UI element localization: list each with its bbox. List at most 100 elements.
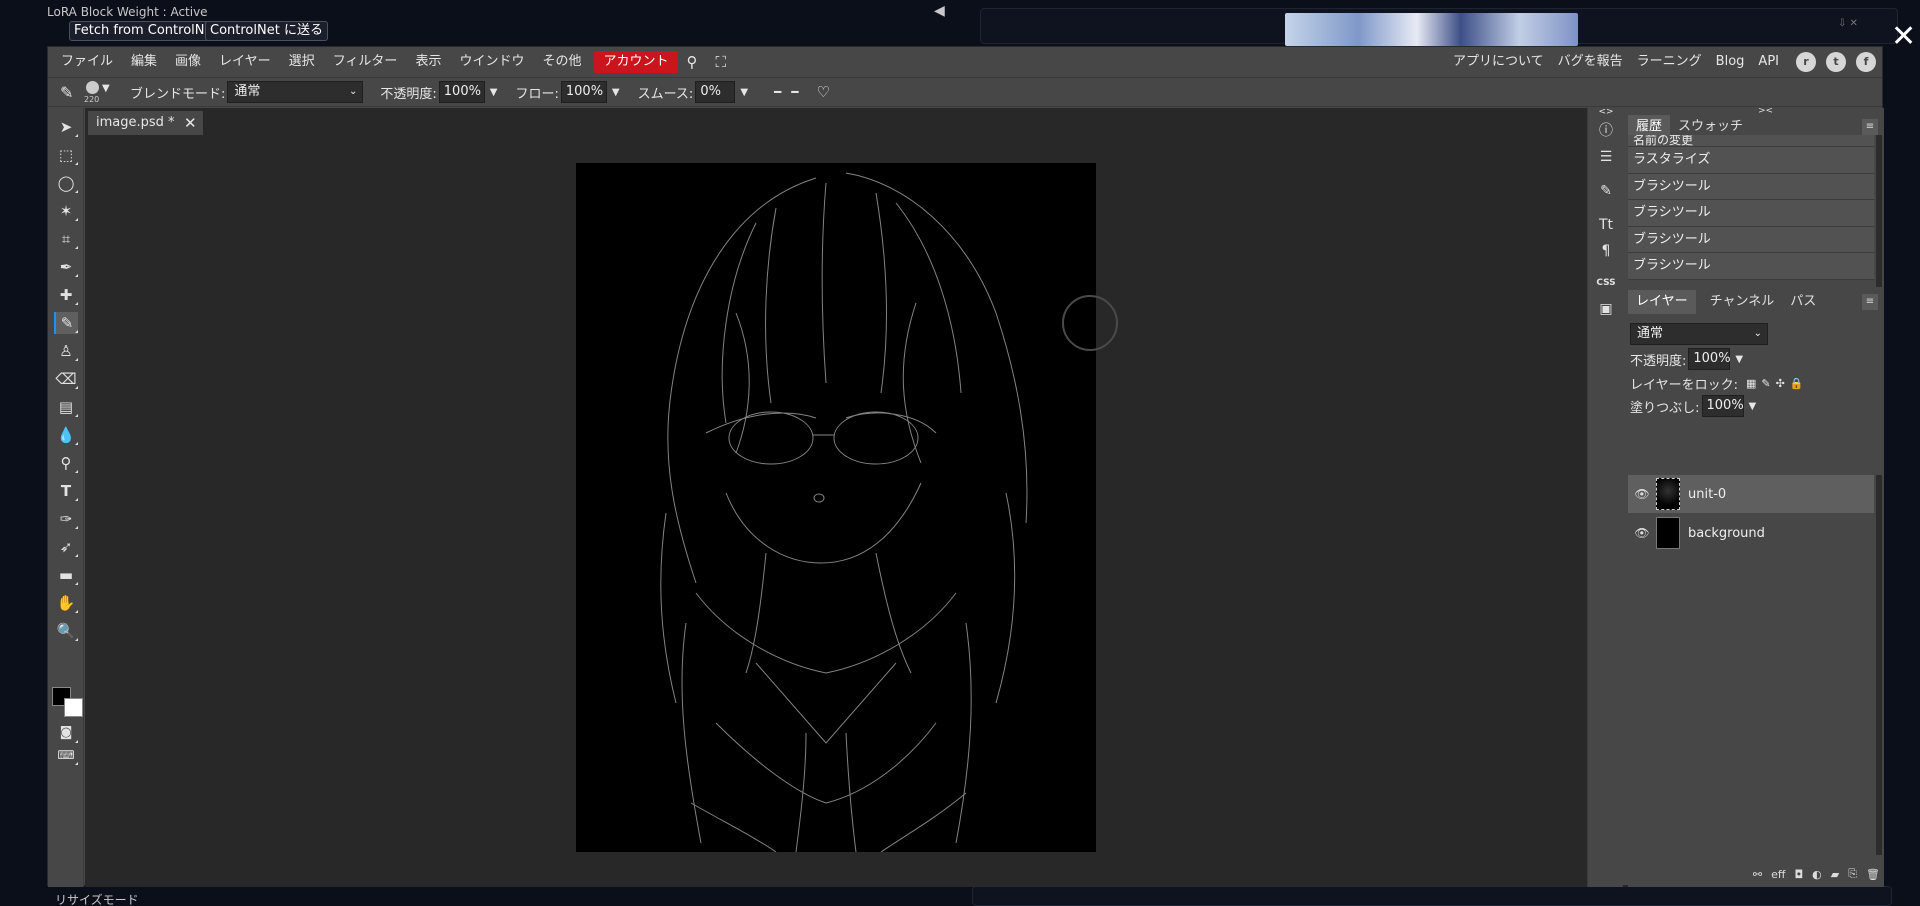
- folder-icon[interactable]: ▰: [1831, 868, 1839, 881]
- layer-opacity-input[interactable]: 100%: [1688, 348, 1731, 370]
- layer-row[interactable]: 👁 background: [1628, 514, 1874, 552]
- keyboard-icon[interactable]: ⌨: [54, 744, 78, 766]
- effects-button[interactable]: eff: [1771, 868, 1785, 881]
- magic-wand-tool-icon[interactable]: ✶: [54, 200, 78, 222]
- flow-input[interactable]: 100%: [560, 81, 607, 103]
- smooth-input[interactable]: 0%: [695, 81, 736, 103]
- collapse-arrow-icon[interactable]: ◀: [934, 3, 945, 19]
- expand-arrows-icon[interactable]: <>: [1594, 108, 1618, 118]
- opacity-input[interactable]: 100%: [438, 81, 485, 103]
- brush-preset-picker[interactable]: 220 ▼: [84, 79, 118, 105]
- menu-view[interactable]: 表示: [406, 51, 450, 73]
- history-item[interactable]: ブラシツール: [1628, 173, 1874, 200]
- eraser-tool-icon[interactable]: ⌫: [54, 368, 78, 390]
- layer-opacity-toggle-icon[interactable]: ▼: [1735, 354, 1743, 365]
- fill-toggle-icon[interactable]: ▼: [1749, 401, 1757, 412]
- smooth-slider-toggle-icon[interactable]: ▼: [740, 87, 748, 98]
- background-color-swatch[interactable]: [64, 698, 83, 717]
- pen-tool-icon[interactable]: ✑: [54, 508, 78, 530]
- download-icon[interactable]: ⇩ ✕: [1838, 18, 1858, 29]
- blur-tool-icon[interactable]: 💧: [54, 424, 78, 446]
- close-icon[interactable]: ✕: [1891, 22, 1916, 52]
- menu-blog[interactable]: Blog: [1709, 51, 1752, 73]
- move-tool-icon[interactable]: ➤: [54, 116, 78, 138]
- menu-select[interactable]: 選択: [280, 51, 324, 73]
- menu-window[interactable]: ウインドウ: [450, 51, 533, 73]
- properties-icon[interactable]: ☰: [1594, 146, 1618, 168]
- lasso-tool-icon[interactable]: ◯: [54, 172, 78, 194]
- document-canvas[interactable]: [576, 163, 1096, 852]
- history-scrollbar[interactable]: [1876, 135, 1882, 287]
- layer-row[interactable]: 👁 unit-0: [1628, 475, 1874, 513]
- flow-slider-toggle-icon[interactable]: ▼: [612, 87, 620, 98]
- menu-image[interactable]: 画像: [166, 51, 210, 73]
- lock-move-icon[interactable]: ✣: [1776, 377, 1785, 390]
- document-tab[interactable]: image.psd * ✕: [88, 111, 203, 135]
- pressure-opacity-icon[interactable]: ━: [791, 85, 798, 99]
- menu-account[interactable]: アカウント: [594, 51, 678, 73]
- opacity-slider-toggle-icon[interactable]: ▼: [490, 87, 498, 98]
- heart-icon[interactable]: ♡: [816, 83, 829, 101]
- panel-menu-icon[interactable]: ≡: [1862, 119, 1878, 135]
- menu-edit[interactable]: 編集: [122, 51, 166, 73]
- history-item[interactable]: ブラシツール: [1628, 253, 1874, 280]
- stamp-tool-icon[interactable]: ♙: [54, 340, 78, 362]
- panel-menu-icon[interactable]: ≡: [1862, 294, 1878, 310]
- adjust-icon[interactable]: ◐: [1812, 868, 1822, 881]
- zoom-tool-icon[interactable]: 🔍: [54, 620, 78, 642]
- brush-tool-icon[interactable]: ✎: [54, 312, 78, 334]
- menu-file[interactable]: ファイル: [52, 51, 122, 73]
- blend-mode-select[interactable]: 通常 ⌄: [227, 81, 364, 103]
- character-icon[interactable]: Tt: [1594, 214, 1618, 236]
- fullscreen-icon[interactable]: ⛶: [707, 51, 736, 73]
- crop-tool-icon[interactable]: ⌗: [54, 228, 78, 250]
- new-layer-icon[interactable]: ⎘: [1848, 867, 1857, 881]
- visibility-eye-icon[interactable]: 👁: [1628, 487, 1656, 501]
- trash-icon[interactable]: 🗑: [1866, 868, 1880, 881]
- close-icon[interactable]: ✕: [184, 111, 197, 135]
- tab-paths[interactable]: パス: [1782, 290, 1824, 314]
- pressure-size-icon[interactable]: ━: [774, 85, 781, 99]
- layer-blend-select[interactable]: 通常 ⌄: [1630, 323, 1768, 345]
- tab-layers[interactable]: レイヤー: [1628, 290, 1696, 314]
- shape-tool-icon[interactable]: ▬: [54, 564, 78, 586]
- brush-panel-icon[interactable]: ✎: [1594, 180, 1618, 202]
- hand-tool-icon[interactable]: ✋: [54, 592, 78, 614]
- lock-paint-icon[interactable]: ✎: [1761, 377, 1770, 390]
- lock-pixels-icon[interactable]: ▦: [1746, 377, 1756, 390]
- fill-input[interactable]: 100%: [1701, 395, 1744, 417]
- twitter-icon[interactable]: t: [1826, 52, 1846, 72]
- menu-more[interactable]: その他: [533, 51, 590, 73]
- reddit-icon[interactable]: r: [1796, 52, 1816, 72]
- search-icon[interactable]: ⚲: [678, 51, 707, 73]
- healing-tool-icon[interactable]: ✚: [54, 284, 78, 306]
- send-to-controlnet-button[interactable]: ControlNet に送る: [205, 21, 328, 41]
- tab-channels[interactable]: チャンネル: [1702, 290, 1783, 314]
- facebook-icon[interactable]: f: [1856, 52, 1876, 72]
- menu-layer[interactable]: レイヤー: [210, 51, 280, 73]
- history-item[interactable]: ブラシツール: [1628, 226, 1874, 253]
- info-icon[interactable]: ⓘ: [1594, 120, 1618, 142]
- history-item[interactable]: 名前の変更: [1628, 135, 1874, 147]
- fetch-from-controlnet-button[interactable]: Fetch from ControlNet: [69, 21, 223, 41]
- lock-all-icon[interactable]: 🔒: [1790, 377, 1804, 390]
- history-item[interactable]: ブラシツール: [1628, 200, 1874, 227]
- history-item[interactable]: ラスタライズ: [1628, 147, 1874, 174]
- paragraph-icon[interactable]: ¶: [1594, 240, 1618, 262]
- visibility-eye-icon[interactable]: 👁: [1628, 526, 1656, 540]
- css-icon[interactable]: CSS: [1594, 272, 1618, 294]
- mask-icon[interactable]: ◘: [1794, 868, 1803, 881]
- menu-about[interactable]: アプリについて: [1446, 51, 1551, 73]
- link-icon[interactable]: ⚯: [1753, 868, 1762, 881]
- menu-api[interactable]: API: [1751, 51, 1786, 73]
- menu-filter[interactable]: フィルター: [324, 51, 407, 73]
- menu-report-bug[interactable]: バグを報告: [1551, 51, 1630, 73]
- type-tool-icon[interactable]: T: [54, 480, 78, 502]
- dodge-tool-icon[interactable]: ⚲: [54, 452, 78, 474]
- menu-learning[interactable]: ラーニング: [1630, 51, 1709, 73]
- path-select-tool-icon[interactable]: ➶: [54, 536, 78, 558]
- quick-mask-icon[interactable]: ◙: [54, 722, 78, 744]
- eyedropper-tool-icon[interactable]: ✒: [54, 256, 78, 278]
- gradient-tool-icon[interactable]: ▤: [54, 396, 78, 418]
- marquee-tool-icon[interactable]: ⬚: [54, 144, 78, 166]
